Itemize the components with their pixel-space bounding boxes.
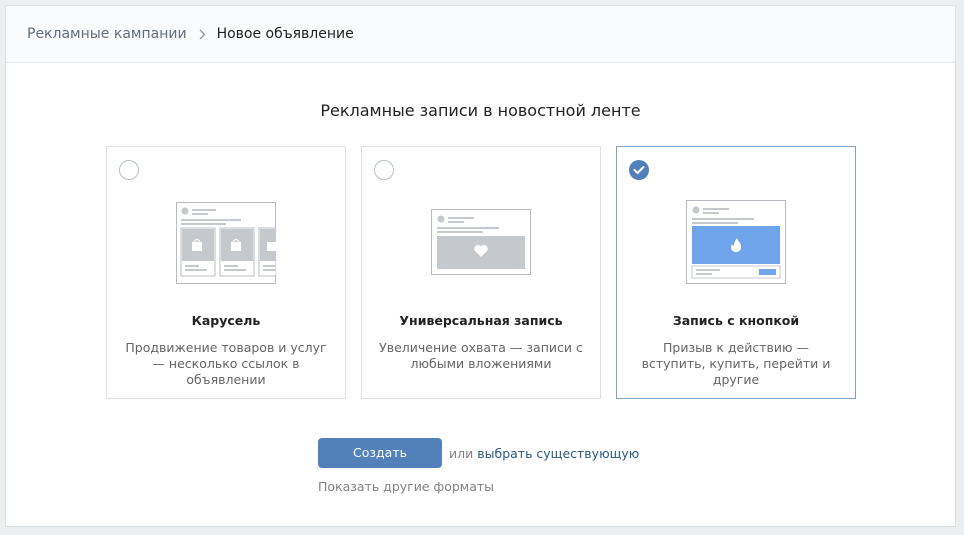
format-description: Продвижение товаров и услуг — несколько … — [125, 340, 327, 387]
breadcrumb: Рекламные кампании Новое объявление — [6, 6, 955, 63]
universal-post-preview-icon — [431, 209, 531, 279]
format-card-button-post[interactable]: Запись с кнопкой Призыв к действию — вст… — [616, 146, 856, 399]
create-post-button[interactable]: Создать запись — [318, 438, 442, 490]
checkmark-icon — [633, 166, 645, 174]
carousel-preview-icon — [176, 202, 277, 288]
section-title: Рекламные записи в новостной ленте — [320, 101, 641, 120]
show-other-formats-link[interactable]: Показать другие форматы — [318, 479, 494, 494]
format-radio-button-post[interactable] — [629, 160, 649, 180]
format-description: Увеличение охвата — записи с любыми влож… — [379, 340, 583, 371]
format-title: Запись с кнопкой — [672, 313, 800, 328]
format-card-universal-post[interactable]: Универсальная запись Увеличение охвата —… — [361, 146, 601, 399]
or-label: или — [449, 445, 474, 461]
post-actions: Создать запись или выбрать существующую — [318, 438, 639, 490]
format-title: Универсальная запись — [399, 313, 563, 328]
format-card-carousel[interactable]: Карусель Продвижение товаров и услуг — н… — [106, 146, 346, 399]
choose-existing-link[interactable]: выбрать существующую — [477, 446, 639, 461]
button-post-preview-icon — [686, 200, 786, 288]
format-description: Призыв к действию — вступить, купить, пе… — [641, 340, 831, 387]
ad-creation-panel: Рекламные кампании Новое объявление Рекл… — [5, 5, 956, 527]
format-radio-carousel[interactable] — [119, 160, 139, 180]
chevron-right-icon — [199, 29, 206, 40]
breadcrumb-ad-campaigns-link[interactable]: Рекламные кампании — [27, 26, 187, 42]
breadcrumb-current: Новое объявление — [216, 26, 354, 42]
format-title: Карусель — [191, 313, 261, 328]
format-radio-universal-post[interactable] — [374, 160, 394, 180]
